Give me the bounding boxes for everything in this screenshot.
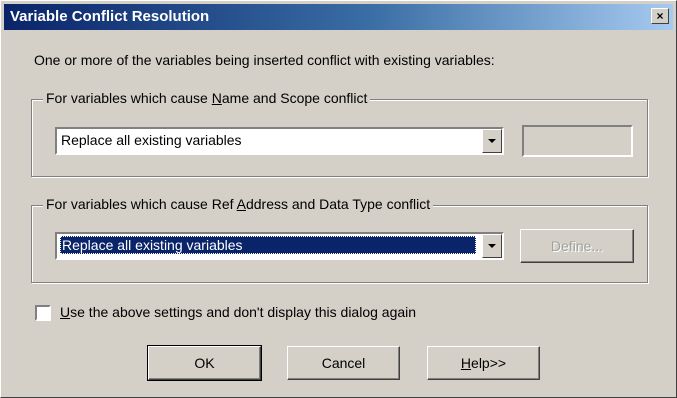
chevron-down-icon[interactable] [482, 234, 502, 258]
ref-address-select[interactable]: Replace all existing variables [55, 232, 504, 260]
chevron-down-icon[interactable] [482, 129, 502, 153]
dont-show-label[interactable]: Use the above settings and don't display… [60, 304, 416, 320]
ref-address-legend: For variables which cause Ref Address an… [43, 196, 434, 212]
dialog-window: Variable Conflict Resolution × One or mo… [0, 0, 677, 398]
ref-address-select-value: Replace all existing variables [60, 236, 476, 254]
close-button[interactable]: × [651, 8, 669, 24]
define-button[interactable]: Define... [520, 229, 634, 263]
close-icon: × [656, 9, 664, 23]
name-scope-select-value: Replace all existing variables [61, 132, 242, 148]
name-scope-select[interactable]: Replace all existing variables [55, 127, 504, 155]
help-button[interactable]: Help>> [427, 346, 540, 380]
title-bar[interactable]: Variable Conflict Resolution × [4, 4, 673, 30]
ok-button[interactable]: OK [147, 345, 262, 381]
dialog-title: Variable Conflict Resolution [10, 8, 210, 25]
dont-show-checkbox[interactable] [35, 305, 51, 321]
intro-text: One or more of the variables being inser… [34, 52, 495, 68]
cancel-button[interactable]: Cancel [287, 346, 400, 380]
name-scope-legend: For variables which cause Name and Scope… [43, 90, 371, 106]
name-scope-extra-field [522, 125, 633, 157]
